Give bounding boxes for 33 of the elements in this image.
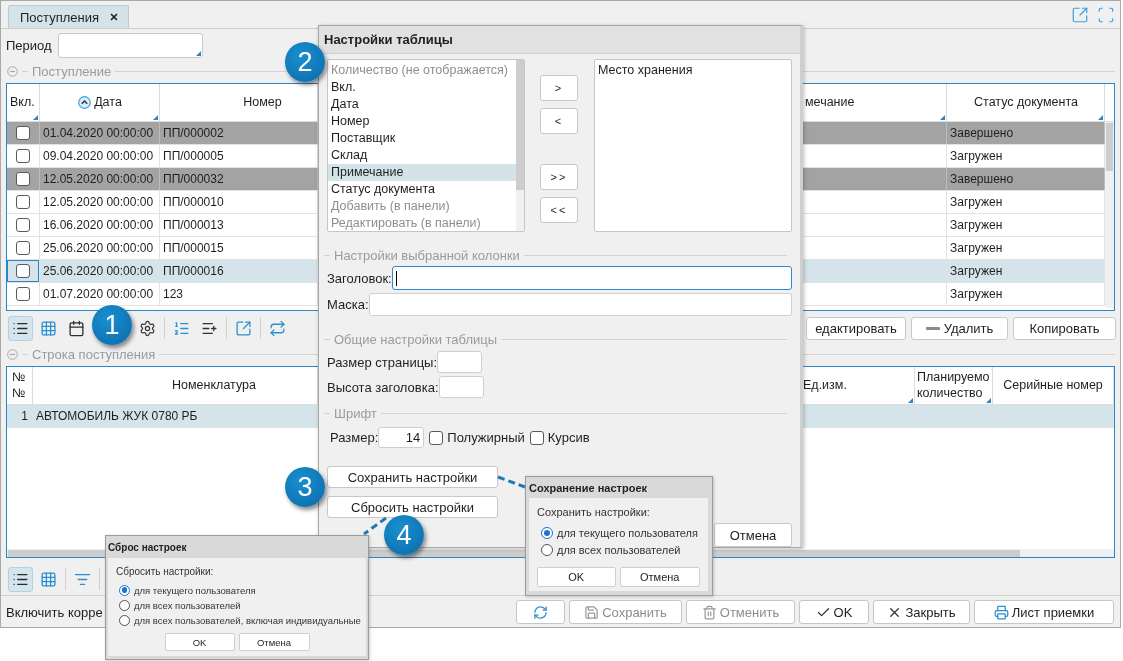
table-cell: 01.07.2020 00:00:00	[40, 283, 160, 305]
field-label: Период	[6, 38, 52, 53]
radio-label: для текущего пользователя	[134, 584, 256, 596]
table-cell: 1	[7, 405, 33, 427]
dialog-title: Настройки таблицы	[319, 26, 800, 54]
table-cell: 12.05.2020 00:00:00	[40, 191, 160, 213]
table-cell: 12.05.2020 00:00:00	[40, 168, 160, 190]
checkbox-label: Полужирный	[447, 430, 525, 445]
radio-label: для всех пользователей	[557, 544, 681, 556]
popup-title: Сброс настроек	[108, 540, 188, 555]
field-label: Размер страницы:	[327, 354, 438, 370]
field-label: Маска:	[327, 297, 369, 312]
section-title: Поступление	[32, 63, 112, 79]
section-title: Строка поступления	[32, 346, 156, 362]
table-cell: 25.06.2020 00:00:00	[40, 260, 160, 282]
field-label: Высота заголовка:	[327, 379, 439, 395]
checkbox-label: Курсив	[547, 430, 590, 445]
section-title: Шрифт	[334, 405, 377, 421]
table-cell: 01.04.2020 00:00:00	[40, 122, 160, 144]
radio-label: для всех пользователей	[134, 599, 241, 611]
table-cell: 09.04.2020 00:00:00	[40, 145, 160, 167]
prompt-text: Сбросить настройки:	[116, 565, 215, 579]
prompt-text: Сохранить настройки:	[537, 505, 651, 519]
section-title: Настройки выбранной колонки	[334, 247, 520, 263]
footer-text: Включить корре	[6, 604, 103, 620]
radio-label: для всех пользователей, включая индивидуальные	[134, 614, 361, 626]
table-cell: 25.06.2020 00:00:00	[40, 237, 160, 259]
radio-label: для текущего пользователя	[557, 527, 698, 539]
section-title: Общие настройки таблицы	[334, 331, 498, 347]
popup-title: Сохранение настроек	[529, 480, 648, 496]
field-label: Размер:	[330, 430, 379, 445]
field-label: Заголовок:	[327, 270, 392, 286]
table-cell: 16.06.2020 00:00:00	[40, 214, 160, 236]
